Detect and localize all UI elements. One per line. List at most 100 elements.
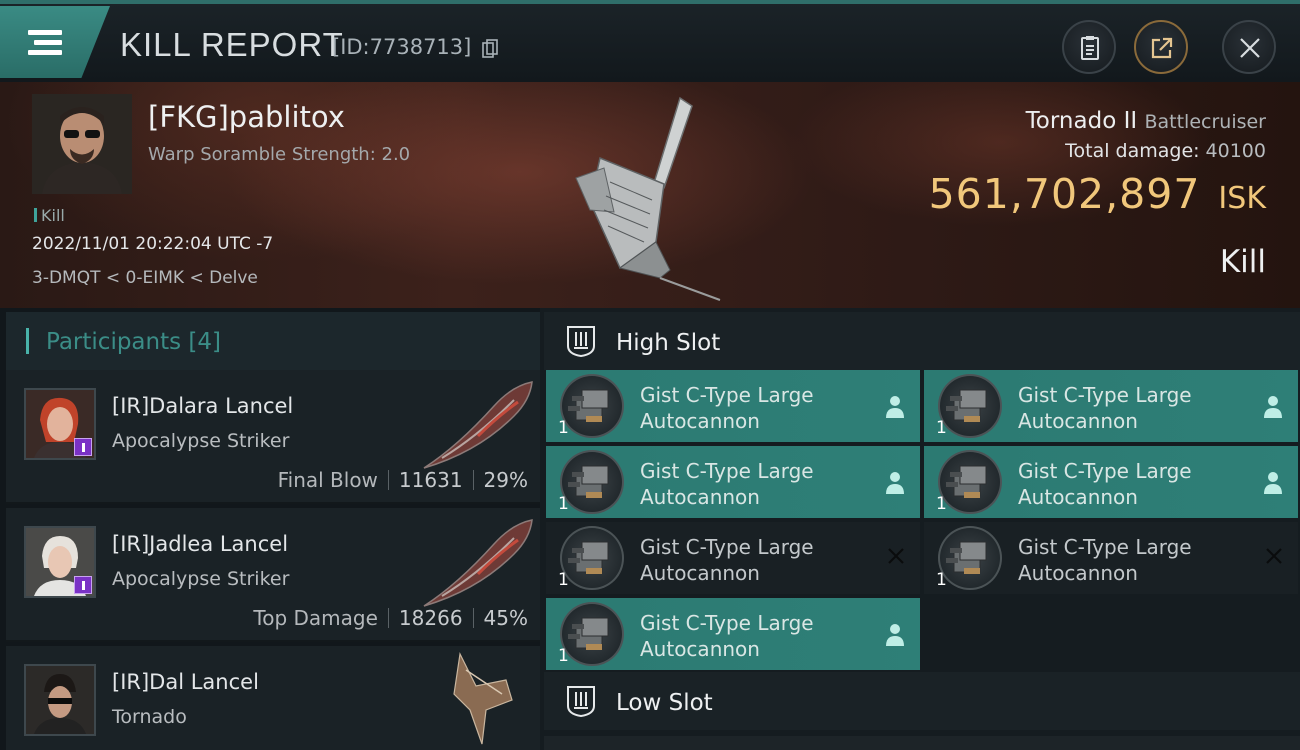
low-slot-icon xyxy=(567,686,595,718)
copy-icon[interactable] xyxy=(482,39,498,59)
participant-name: [IR]Jadlea Lancel xyxy=(112,532,289,556)
participant-row[interactable]: [IR]Dalara Lancel Apocalypse Striker Fin… xyxy=(6,370,540,504)
module-quantity: 1 xyxy=(936,494,947,514)
module-quantity: 1 xyxy=(558,418,569,438)
module-quantity: 1 xyxy=(936,570,947,590)
total-damage-value: 40100 xyxy=(1205,140,1266,162)
participant-portrait[interactable] xyxy=(24,526,96,598)
participant-ship: Apocalypse Striker xyxy=(112,568,290,590)
kill-time: 2022/11/01 20:22:04 UTC -7 xyxy=(32,234,274,254)
participant-portrait[interactable] xyxy=(24,664,96,736)
report-id: [ID:7738713] xyxy=(332,35,472,59)
autocannon-icon xyxy=(938,526,1002,590)
participant-ship-image[interactable] xyxy=(446,650,526,746)
module-name: Gist C-Type Large Autocannon xyxy=(1018,534,1192,586)
participant-damage: 18266 xyxy=(398,606,463,630)
victim-portrait[interactable] xyxy=(32,94,132,194)
autocannon-icon xyxy=(560,526,624,590)
participant-row[interactable]: [IR]Dal Lancel Tornado xyxy=(6,646,540,750)
victim-name[interactable]: [FKG]pablitox xyxy=(148,100,345,134)
module-name-line2: Autocannon xyxy=(1018,561,1138,585)
module-tile[interactable]: 1 Gist C-Type Large Autocannon xyxy=(546,522,920,594)
pilot-icon xyxy=(884,470,906,500)
participants-panel: Participants [4] [IR]Dalara Lancel Apoca… xyxy=(0,308,540,750)
pilot-icon xyxy=(1262,470,1284,500)
high-slot-header[interactable]: High Slot xyxy=(544,312,1300,370)
module-name: Gist C-Type Large Autocannon xyxy=(640,458,814,510)
victim-ship-line[interactable]: Tornado II Battlecruiser xyxy=(1026,108,1266,134)
victim-subtitle: Warp Soramble Strength: 2.0 xyxy=(148,144,411,165)
autocannon-icon xyxy=(938,374,1002,438)
module-quantity: 1 xyxy=(558,494,569,514)
kill-location[interactable]: 3-DMQT < 0-EIMK < Delve xyxy=(32,268,258,288)
module-tile[interactable]: 1 Gist C-Type Large Autocannon xyxy=(924,370,1298,442)
notes-button[interactable] xyxy=(1062,20,1116,74)
isk-unit: ISK xyxy=(1218,181,1266,216)
high-slot-title: High Slot xyxy=(616,330,721,356)
participant-portrait[interactable] xyxy=(24,388,96,460)
module-tile[interactable]: 1 Gist C-Type Large Autocannon xyxy=(546,598,920,670)
kill-result: Kill xyxy=(1219,244,1266,280)
victim-ship-name: Tornado II xyxy=(1025,108,1138,134)
close-button[interactable] xyxy=(1222,20,1276,74)
page-title: KILL REPORT xyxy=(120,26,344,63)
destroyed-icon xyxy=(886,546,906,570)
autocannon-icon xyxy=(560,374,624,438)
module-tile[interactable]: 1 Gist C-Type Large Autocannon xyxy=(924,522,1298,594)
module-name: Gist C-Type Large Autocannon xyxy=(640,534,814,586)
module-tile[interactable]: 1 Gist C-Type Large Autocannon xyxy=(546,370,920,442)
module-name: Gist C-Type Large Autocannon xyxy=(640,610,814,662)
participant-row[interactable]: [IR]Jadlea Lancel Apocalypse Striker Top… xyxy=(6,508,540,642)
autocannon-icon xyxy=(560,602,624,666)
share-icon xyxy=(1151,37,1173,59)
low-slot-header[interactable]: Low Slot xyxy=(544,672,1300,730)
participant-ship-image[interactable] xyxy=(418,376,538,472)
module-name-line2: Autocannon xyxy=(640,409,760,433)
notes-icon xyxy=(1081,36,1099,60)
participant-ship: Tornado xyxy=(112,706,187,728)
fitting-panel: High Slot 1 Gist C-Type Large Autocannon 1 G… xyxy=(540,308,1300,750)
participant-ship-image[interactable] xyxy=(418,514,538,610)
module-name-line2: Autocannon xyxy=(640,637,760,661)
participant-ship: Apocalypse Striker xyxy=(112,430,290,452)
participant-percent: 29% xyxy=(483,468,528,492)
header-accent xyxy=(26,328,29,354)
module-name: Gist C-Type Large Autocannon xyxy=(640,382,814,434)
top-bar: KILL REPORT [ID:7738713] xyxy=(0,0,1300,82)
participant-stats: Final Blow 11631 29% xyxy=(278,468,528,492)
module-quantity: 1 xyxy=(936,418,947,438)
module-tile[interactable]: 1 Gist C-Type Large Autocannon xyxy=(924,446,1298,518)
participants-header: Participants [4] xyxy=(6,312,540,370)
victim-banner: [FKG]pablitox Warp Soramble Strength: 2.… xyxy=(0,82,1300,308)
security-badge-icon xyxy=(74,438,92,456)
module-name-line1: Gist C-Type Large xyxy=(640,383,814,407)
victim-ship-image[interactable] xyxy=(560,92,740,302)
total-damage: Total damage: 40100 xyxy=(1065,140,1266,162)
autocannon-icon xyxy=(560,450,624,514)
participant-name: [IR]Dal Lancel xyxy=(112,670,259,694)
module-name-line1: Gist C-Type Large xyxy=(1018,535,1192,559)
module-name-line2: Autocannon xyxy=(640,485,760,509)
module-name: Gist C-Type Large Autocannon xyxy=(1018,458,1192,510)
participant-damage: 11631 xyxy=(398,468,463,492)
module-tile[interactable]: 1 Gist C-Type Large Autocannon xyxy=(546,446,920,518)
security-badge-icon xyxy=(74,576,92,594)
menu-button[interactable] xyxy=(0,6,110,78)
participant-name: [IR]Dalara Lancel xyxy=(112,394,294,418)
victim-ship-class: Battlecruiser xyxy=(1144,111,1266,133)
participants-title: Participants [4] xyxy=(46,329,221,355)
module-name-line1: Gist C-Type Large xyxy=(640,459,814,483)
pilot-icon xyxy=(1262,394,1284,424)
participant-stat-label: Top Damage xyxy=(253,606,378,630)
low-slot-title: Low Slot xyxy=(616,690,713,716)
module-name-line1: Gist C-Type Large xyxy=(1018,383,1192,407)
participant-stats: Top Damage 18266 45% xyxy=(253,606,528,630)
isk-value: 561,702,897 xyxy=(928,170,1201,218)
participant-stat-label: Final Blow xyxy=(277,468,378,492)
share-button[interactable] xyxy=(1134,20,1188,74)
low-slot-row-partial xyxy=(544,736,1300,750)
module-name-line1: Gist C-Type Large xyxy=(640,611,814,635)
kill-tag: Kill xyxy=(34,206,65,225)
autocannon-icon xyxy=(938,450,1002,514)
high-slot-icon xyxy=(567,326,595,358)
